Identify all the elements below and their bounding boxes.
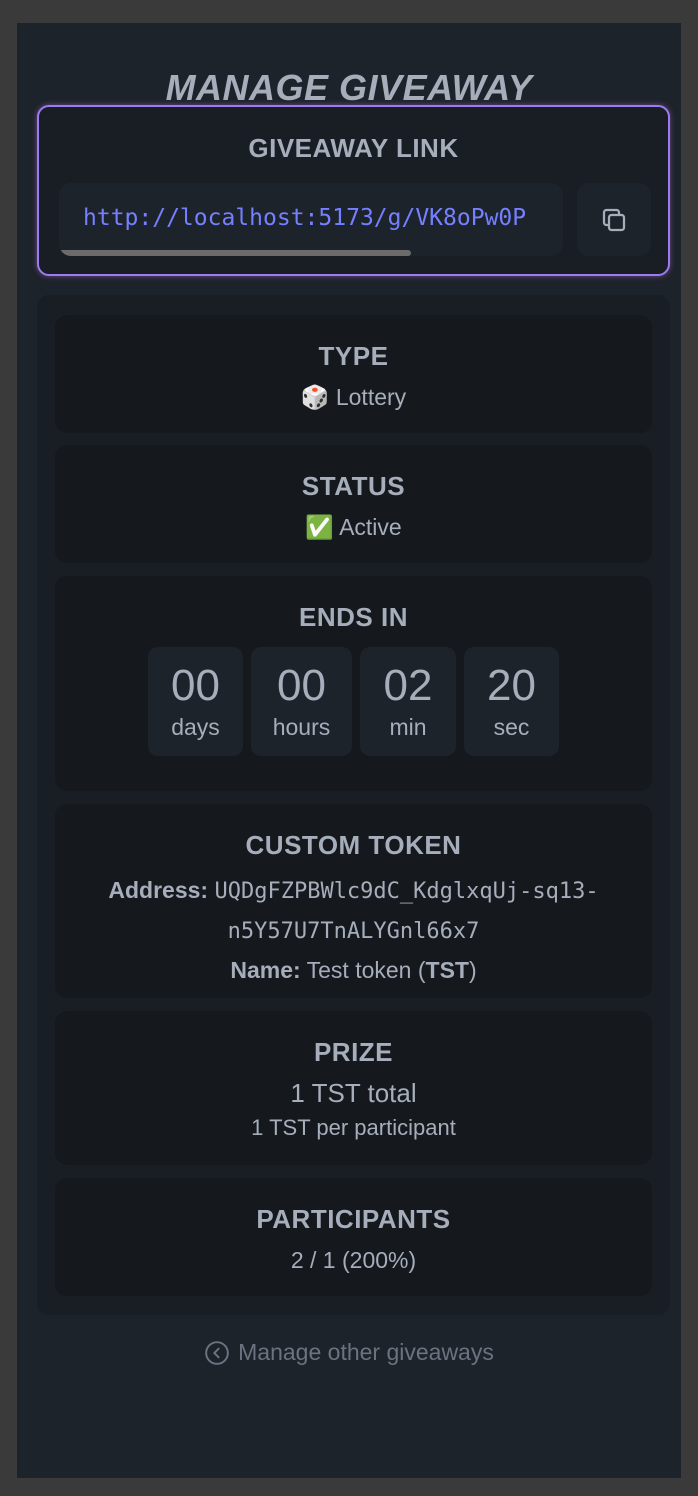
token-name-label: Name: [230,957,301,983]
participants-value: 2 / 1 (200%) [290,1247,417,1273]
manage-other-giveaways-label[interactable]: Manage other giveaways [238,1339,494,1366]
status-value: ✅ Active [55,514,652,541]
giveaway-link-field[interactable]: http://localhost:5173/g/VK8oPw0P [59,183,563,256]
copy-link-button[interactable] [577,183,651,256]
giveaway-link-card: GIVEAWAY LINK http://localhost:5173/g/VK… [37,105,670,276]
countdown-seconds: 20 sec [464,647,559,756]
countdown-minutes: 02 min [360,647,456,756]
status-title: STATUS [301,471,406,501]
prize-stat: PRIZE 1 TST total 1 TST per participant [55,1011,652,1165]
giveaway-link-heading: GIVEAWAY LINK [248,133,459,163]
countdown-seconds-label: sec [493,714,530,740]
countdown-days-label: days [171,714,220,740]
chevron-left-circle-icon [205,1340,229,1365]
custom-token-stat: CUSTOM TOKEN Address: UQDgFZPBWlc9dC_Kdg… [55,804,652,998]
countdown: 00 days 00 hours 02 min 20 sec [55,647,652,756]
page-title: MANAGE GIVEAWAY [165,67,533,108]
token-name-value: Test token ( [306,957,426,983]
countdown-minutes-value: 02 [383,661,433,710]
token-address-line2[interactable]: n5Y57U7TnALYGnl66x7 [228,919,480,944]
prize-title: PRIZE [313,1037,394,1067]
prize-per-participant: 1 TST per participant [251,1115,456,1140]
token-address: Address: UQDgFZPBWlc9dC_KdglxqUj-sq13- n… [55,871,652,951]
custom-token-title: CUSTOM TOKEN [245,830,462,860]
countdown-hours-value: 00 [277,661,326,710]
participants-title: PARTICIPANTS [256,1204,451,1234]
check-icon: ✅ [305,514,334,540]
status-label: Active [339,514,402,540]
token-address-line1[interactable]: UQDgFZPBWlc9dC_KdglxqUj-sq13- [214,879,598,904]
token-address-label: Address: [108,877,209,903]
token-symbol: TST [425,957,469,983]
type-title: TYPE [318,341,389,371]
status-stat: STATUS ✅ Active [55,445,652,563]
participants-stat: PARTICIPANTS 2 / 1 (200%) [55,1178,652,1296]
ends-in-title: ENDS IN [299,602,408,632]
type-value: 🎲 Lottery [55,384,652,411]
horizontal-scrollbar[interactable] [59,250,411,256]
copy-icon [602,208,626,231]
giveaway-info-panel: TYPE 🎲 Lottery STATUS ✅ Active ENDS IN 0… [37,295,670,1315]
prize-total: 1 TST total [290,1078,417,1108]
app-frame: MANAGE GIVEAWAY GIVEAWAY LINK http://loc… [17,23,681,1478]
type-label: Lottery [335,384,407,410]
countdown-hours-label: hours [272,714,331,740]
dice-icon: 🎲 [300,384,330,410]
ends-in-stat: ENDS IN 00 days 00 hours 02 min 20 sec [55,576,652,791]
countdown-hours: 00 hours [251,647,352,756]
countdown-days: 00 days [148,647,243,756]
type-stat: TYPE 🎲 Lottery [55,315,652,433]
manage-other-giveaways-link[interactable]: Manage other giveaways [17,1339,681,1366]
token-name-close: ) [468,957,477,983]
token-name: Name: Test token (TST) [55,951,652,989]
giveaway-link-url[interactable]: http://localhost:5173/g/VK8oPw0P [83,205,526,231]
countdown-days-value: 00 [171,661,220,710]
countdown-minutes-label: min [389,714,427,740]
countdown-seconds-value: 20 [487,661,536,710]
